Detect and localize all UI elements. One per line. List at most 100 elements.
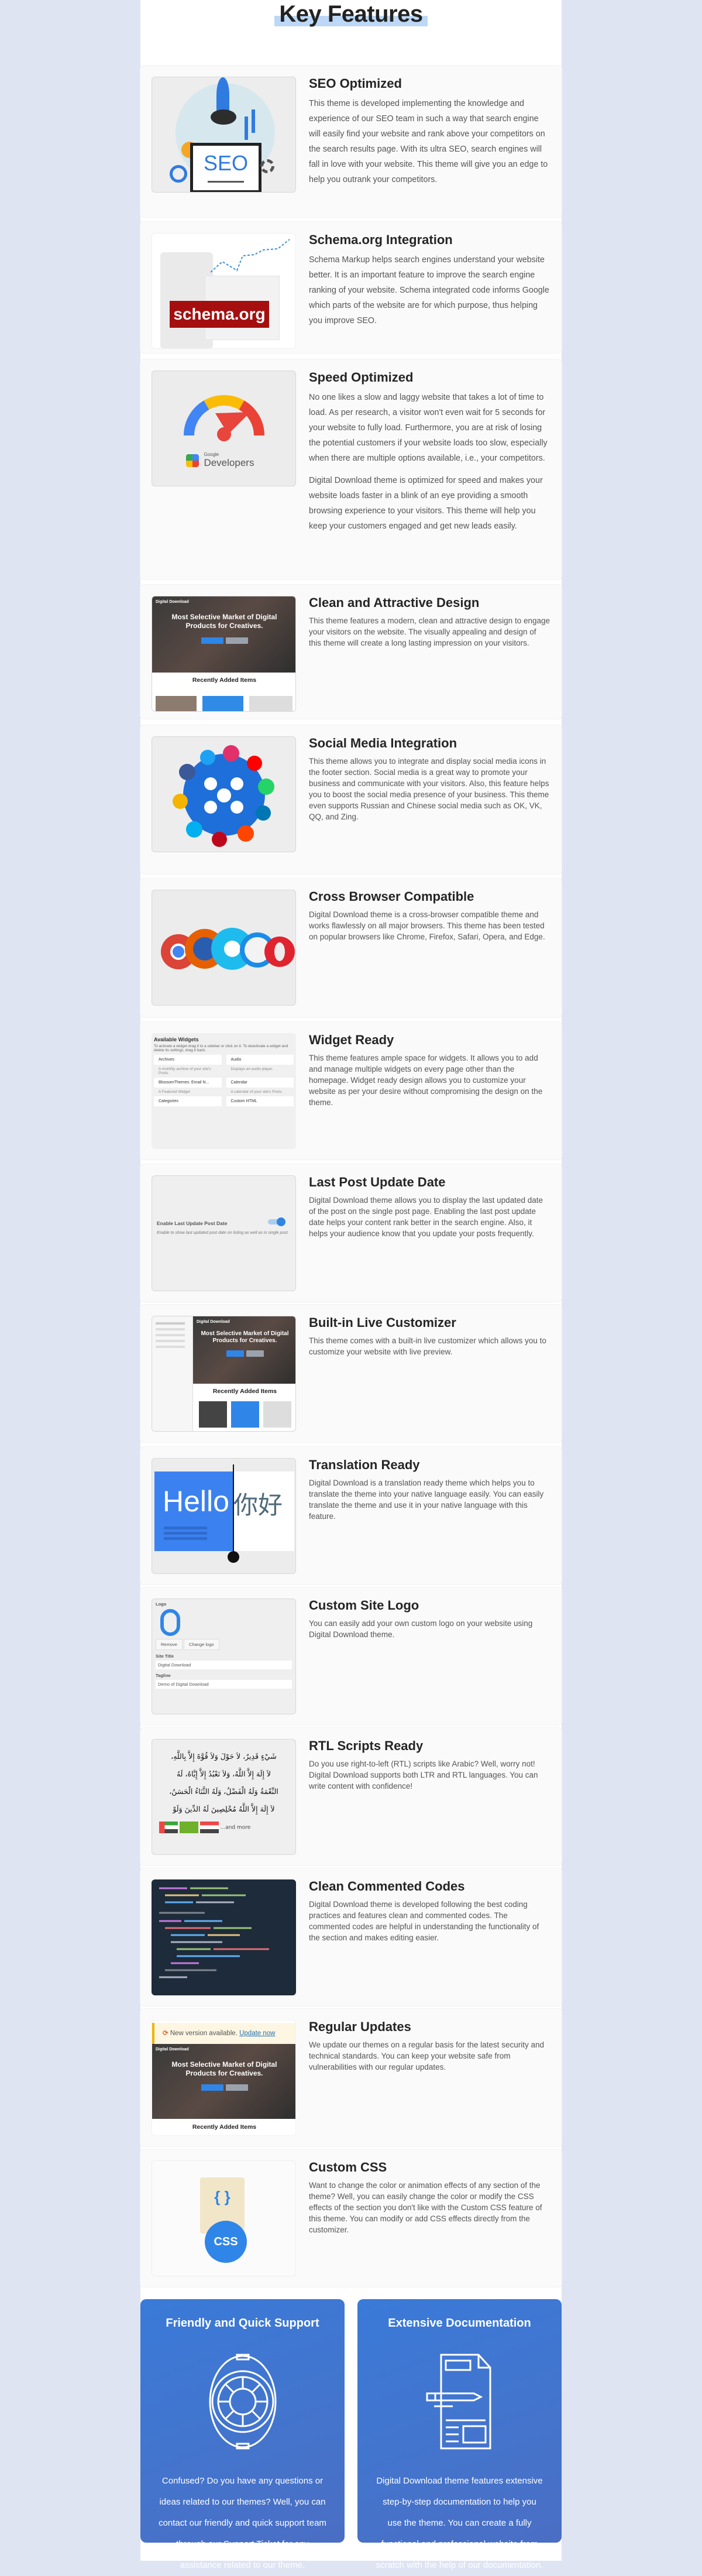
feature-card-translation: Hello 你好 Translation Ready Digital Downlo… <box>140 1447 562 1584</box>
last-update-setting-screenshot: Enable Last Update Post Date Enable to s… <box>152 1175 296 1291</box>
feature-card-design: Digital Download Most Selective Market o… <box>140 585 562 719</box>
schema-logo: schema.org <box>170 301 269 328</box>
feature-title: Custom Site Logo <box>309 1598 419 1613</box>
update-notice: ⟳ New version available. Update now <box>152 2023 295 2044</box>
feature-title: Cross Browser Compatible <box>309 889 474 904</box>
translate-icon <box>228 1551 239 1563</box>
feature-card-seo: SEO SEO Optimized This theme is developed… <box>140 66 562 217</box>
documentation-title: Extensive Documentation <box>388 2317 531 2330</box>
gear-icon <box>260 159 274 173</box>
feature-card-schema: schema.org Schema.org Integration Schema … <box>140 222 562 353</box>
documentation-description: Digital Download theme features extensiv… <box>376 2476 543 2570</box>
feature-description: No one likes a slow and laggy website th… <box>309 393 548 463</box>
feature-title: Social Media Integration <box>309 736 457 750</box>
lifebuoy-icon <box>209 2354 276 2450</box>
widget-item: Calendar <box>226 1078 294 1088</box>
feature-description: You can easily add your own custom logo … <box>309 1619 533 1639</box>
feature-description: Do you use right-to-left (RTL) scripts l… <box>309 1759 538 1790</box>
feature-description: Digital Download theme is a cross-browse… <box>309 910 545 941</box>
feature-card-rtl: شَيْءٍ قَدِيرٌ، لاَ حَوْلَ وَلاَ قُوَّةَ… <box>140 1728 562 1865</box>
feature-card-updates: ⟳ New version available. Update now Digi… <box>140 2009 562 2146</box>
schema-illustration: schema.org <box>152 233 296 349</box>
trend-line <box>211 239 290 273</box>
customizer-screenshot: Digital Download Most Selective Market o… <box>152 1316 296 1432</box>
social-icons-illustration <box>152 736 296 852</box>
code-editor-screenshot <box>152 1879 296 1995</box>
feature-description: Want to change the color or animation ef… <box>309 2181 542 2234</box>
feature-card-social: Social Media Integration This theme allow… <box>140 725 562 874</box>
feature-card-code: Clean Commented Codes Digital Download th… <box>140 1868 562 2006</box>
feature-card-browsers: Cross Browser Compatible Digital Download… <box>140 879 562 1017</box>
feature-title: Built-in Live Customizer <box>309 1315 456 1330</box>
seo-illustration: SEO <box>152 77 296 193</box>
support-title: Friendly and Quick Support <box>166 2317 319 2330</box>
refresh-icon: ⟳ <box>163 2030 168 2037</box>
feature-title: Clean Commented Codes <box>309 1879 465 1894</box>
update-notice-screenshot: ⟳ New version available. Update now Digi… <box>152 2020 296 2136</box>
uae-flag-icon <box>159 1822 178 1833</box>
demo-recent-items: Recently Added Items <box>152 675 295 685</box>
feature-title: Custom CSS <box>309 2160 387 2174</box>
target-icon <box>170 165 187 183</box>
demo-recent-items: Recently Added Items <box>193 1386 295 1397</box>
site-logo-icon <box>160 1609 180 1636</box>
translation-illustration: Hello 你好 <box>152 1458 296 1574</box>
rocket-icon <box>216 77 229 112</box>
widget-item: Archives <box>154 1055 222 1065</box>
feature-title: Clean and Attractive Design <box>309 595 480 610</box>
feature-card-speed: Google Developers Speed Optimized No one … <box>140 359 562 579</box>
feature-description: Digital Download theme is developed foll… <box>309 1900 539 1942</box>
documentation-card: Extensive Documentation Digital Download… <box>357 2299 562 2570</box>
feature-title: SEO Optimized <box>309 76 402 91</box>
demo-recent-items: Recently Added Items <box>152 2122 295 2132</box>
feature-title: Last Post Update Date <box>309 1175 446 1189</box>
syria-flag-icon <box>199 1822 219 1833</box>
feature-title: Widget Ready <box>309 1033 394 1047</box>
page-title: Key Features <box>274 1 428 28</box>
document-pencil-icon <box>426 2354 491 2450</box>
speed-illustration: Google Developers <box>152 371 296 486</box>
feature-description: We update our themes on a regular basis … <box>309 2040 544 2071</box>
feature-description: This theme comes with a built-in live cu… <box>309 1336 546 1356</box>
feature-description: Schema Markup helps search engines under… <box>309 255 549 325</box>
widget-item: Audio <box>226 1055 294 1065</box>
feature-description: This theme allows you to integrate and d… <box>309 757 549 821</box>
browser-logos-illustration <box>152 890 296 1006</box>
feature-title: Translation Ready <box>309 1457 420 1472</box>
google-developers-logo-icon <box>186 454 199 467</box>
feature-title: Speed Optimized <box>309 370 414 385</box>
section-header: Key Features <box>140 0 562 59</box>
widget-item: BlossomThemes: Email N... <box>154 1078 222 1088</box>
widget-item: Categories <box>154 1096 222 1106</box>
feature-description: This theme is developed implementing the… <box>309 99 548 184</box>
feature-title: Regular Updates <box>309 2019 411 2034</box>
widgets-panel-screenshot: Available Widgets To activate a widget d… <box>152 1033 296 1149</box>
theme-demo-screenshot: Digital Download Most Selective Market o… <box>152 596 296 712</box>
feature-description: This theme features a modern, clean and … <box>309 616 550 647</box>
feature-card-widgets: Available Widgets To activate a widget d… <box>140 1022 562 1160</box>
css-file-illustration: { } CSS <box>152 2160 296 2276</box>
demo-hero-title: Most Selective Market of Digital Product… <box>171 613 277 630</box>
support-description: Confused? Do you have any questions or i… <box>159 2476 326 2570</box>
monitor: SEO <box>190 143 261 192</box>
code-lines <box>159 1887 269 1978</box>
feature-description: Digital Download is a translation ready … <box>309 1479 544 1521</box>
update-now-link[interactable]: Update now <box>239 2030 275 2037</box>
feature-card-css: { } CSS Custom CSS Want to change the col… <box>140 2149 562 2287</box>
demo-brand: Digital Download <box>156 600 189 604</box>
support-card: Friendly and Quick Support Confused? Do … <box>140 2299 345 2570</box>
feature-description: This theme features ample space for widg… <box>309 1054 543 1107</box>
saudi-flag-icon <box>179 1822 198 1833</box>
content-column: Key Features SEO SEO Optimized This theme… <box>140 0 562 2561</box>
social-media-icons <box>173 745 274 847</box>
enable-toggle <box>268 1217 285 1226</box>
feature-card-last-update: Enable Last Update Post Date Enable to s… <box>140 1164 562 1302</box>
feature-description-2: Digital Download theme is optimized for … <box>309 476 543 531</box>
logo-settings-screenshot: Logo Remove Change logo Site Title Digit… <box>152 1599 296 1714</box>
feature-description: Digital Download theme allows you to dis… <box>309 1196 543 1238</box>
feature-card-logo: Logo Remove Change logo Site Title Digit… <box>140 1587 562 1725</box>
widget-item: Custom HTML <box>226 1096 294 1106</box>
feature-title: RTL Scripts Ready <box>309 1738 424 1753</box>
arabic-text-sample: شَيْءٍ قَدِيرٌ، لاَ حَوْلَ وَلاَ قُوَّةَ… <box>152 1739 296 1855</box>
feature-card-customizer: Digital Download Most Selective Market o… <box>140 1305 562 1442</box>
